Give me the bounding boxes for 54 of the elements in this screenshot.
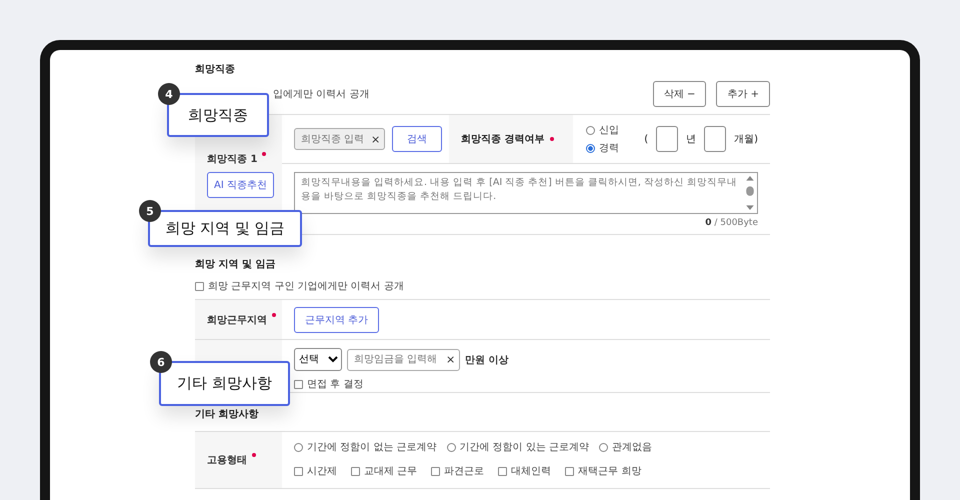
description-field[interactable]: 희망직무내용을 입력하세요. 내용 입력 후 [AI 직종 추천] 버튼을 클릭하시면, 작성하신 희망직무내용을 바탕으로 희망직종을 추천해 드립니다. [294, 172, 758, 214]
years-field[interactable] [656, 126, 678, 152]
checkbox-option[interactable]: 면접 후 결정 [294, 377, 758, 391]
checkbox-option[interactable]: 재택근무 희망 [565, 464, 642, 478]
row-label: 희망직종 1 [207, 152, 282, 166]
text-input[interactable]: 희망직종 입력 [301, 134, 371, 144]
clear-icon[interactable]: × [371, 132, 380, 146]
radio-option[interactable]: 경력 [586, 141, 620, 155]
clear-icon[interactable]: × [446, 353, 456, 366]
scrollbar[interactable] [745, 175, 755, 211]
checkbox-icon[interactable] [565, 466, 574, 476]
text-input[interactable]: 희망임금을 입력해 [354, 354, 446, 365]
public-note: 입에게만 이력서 공개 [273, 88, 370, 101]
paren-text: ( [644, 134, 648, 144]
checkbox-icon[interactable] [431, 466, 440, 476]
checkbox-icon[interactable] [294, 466, 303, 476]
number-badge: 5 [139, 200, 161, 222]
radio-option[interactable]: 신입 [586, 123, 620, 137]
radio-icon[interactable] [599, 442, 608, 452]
months-field[interactable] [704, 126, 726, 152]
section-title: 희망직종 [195, 63, 236, 76]
checkbox-icon[interactable] [498, 466, 508, 476]
ai-recommend-button[interactable]: AI 직종추천 [207, 172, 274, 198]
checkbox-option[interactable]: 시간제 [294, 464, 337, 478]
checkbox-icon[interactable] [195, 282, 204, 290]
radio-option[interactable]: 기간에 정함이 없는 근로계약 [294, 440, 437, 454]
radio-icon[interactable] [446, 442, 456, 452]
section-title: 희망 지역 및 임금 [195, 258, 276, 271]
radio-icon[interactable] [294, 442, 303, 452]
unit-text: 개월) [734, 133, 758, 146]
salary-input[interactable]: 희망임금을 입력해 × [347, 348, 460, 370]
checkbox-option[interactable]: 파견근로 [431, 464, 484, 478]
job-input[interactable]: 희망직종 입력 × [294, 128, 386, 150]
radio-option[interactable]: 기간에 정함이 있는 근로계약 [446, 440, 590, 454]
radio-option[interactable]: 관계없음 [599, 440, 652, 454]
unit-text: 년 [686, 133, 696, 146]
checkbox-icon[interactable] [294, 380, 303, 388]
byte-counter: 0 / 500Byte [704, 218, 758, 228]
outline-button[interactable]: 삭제 − [652, 81, 706, 107]
checkbox-option[interactable]: 교대제 근무 [351, 464, 418, 478]
unit-text: 만원 이상 [465, 354, 509, 366]
search-button[interactable]: 검색 [392, 126, 442, 152]
radio-icon[interactable] [586, 126, 596, 134]
select-dropdown[interactable]: 선택 [294, 348, 342, 371]
outline-button[interactable]: 추가 + [716, 81, 770, 107]
row-label: 희망근무지역 [207, 312, 282, 326]
add-region-button[interactable]: 근무지역 추가 [294, 306, 380, 332]
radio-icon[interactable] [586, 144, 596, 152]
section-title: 기타 희망사항 [195, 408, 260, 421]
checkbox-option[interactable]: 희망 근무지역 구인 기업에게만 이력서 공개 [195, 279, 404, 293]
checkbox-icon[interactable] [351, 466, 360, 476]
row-label: 고용형태 [207, 453, 282, 467]
checkbox-option[interactable]: 대체인력 [498, 464, 552, 478]
career-label: 희망직종 경력여부 [449, 115, 574, 163]
